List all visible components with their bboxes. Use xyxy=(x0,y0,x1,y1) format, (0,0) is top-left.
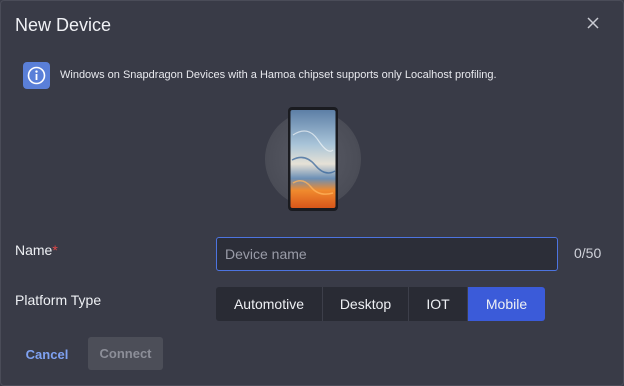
info-icon xyxy=(23,61,50,89)
platform-option-desktop[interactable]: Desktop xyxy=(323,287,409,321)
mobile-phone-icon xyxy=(263,105,363,213)
platform-type-label: Platform Type xyxy=(15,292,102,308)
required-marker: * xyxy=(52,242,58,258)
close-button[interactable] xyxy=(583,15,603,35)
info-banner: Windows on Snapdragon Devices with a Ham… xyxy=(23,61,497,89)
device-name-input[interactable] xyxy=(216,237,558,271)
connect-button[interactable]: Connect xyxy=(88,337,163,370)
platform-type-selector: Automotive Desktop IOT Mobile xyxy=(216,287,545,321)
name-label: Name* xyxy=(15,242,58,258)
dialog-title: New Device xyxy=(15,15,112,35)
info-message: Windows on Snapdragon Devices with a Ham… xyxy=(60,69,497,81)
platform-option-automotive[interactable]: Automotive xyxy=(216,287,323,321)
platform-option-mobile[interactable]: Mobile xyxy=(468,287,545,321)
character-counter: 0/50 xyxy=(574,245,602,261)
platform-option-iot[interactable]: IOT xyxy=(409,287,468,321)
cancel-button[interactable]: Cancel xyxy=(15,339,79,369)
new-device-dialog: New Device Windows on Snapdragon Devices… xyxy=(0,0,624,386)
close-icon xyxy=(587,16,599,34)
name-label-text: Name xyxy=(15,242,53,258)
